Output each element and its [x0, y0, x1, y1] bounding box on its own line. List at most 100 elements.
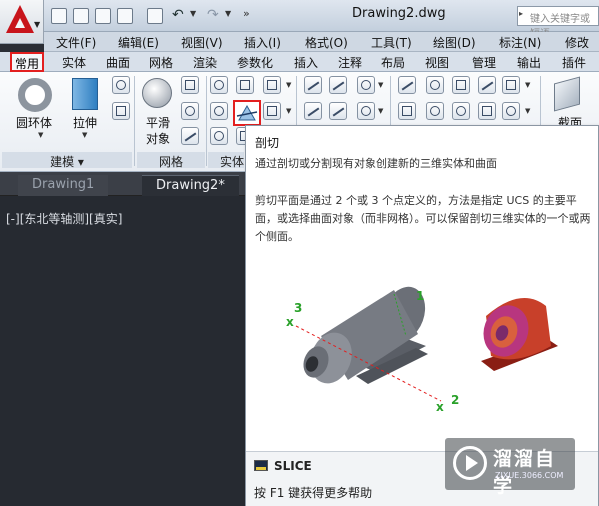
revolve-icon[interactable] — [112, 76, 130, 94]
presspull-icon[interactable] — [112, 102, 130, 120]
application-menu-button[interactable]: ▼ — [0, 0, 44, 44]
subtract-icon[interactable] — [210, 102, 228, 120]
redo-icon[interactable]: ↷ — [207, 7, 219, 23]
viewport-controls[interactable]: [-][东北等轴测][真实] — [6, 210, 122, 227]
tab-annotate[interactable]: 注释 — [338, 54, 362, 71]
offset-icon[interactable] — [452, 102, 470, 120]
tab-layout[interactable]: 布局 — [381, 54, 405, 71]
tab-parametric[interactable]: 参数化 — [237, 54, 273, 71]
union-icon[interactable] — [210, 76, 228, 94]
tab-mesh[interactable]: 网格 — [149, 54, 173, 71]
3d-array-icon[interactable] — [426, 102, 444, 120]
torus-label[interactable]: 圆环体 — [16, 114, 52, 131]
open-file-icon[interactable] — [73, 8, 89, 24]
torus-icon[interactable] — [18, 78, 52, 112]
slice-icon — [236, 104, 258, 121]
play-logo-icon — [453, 446, 487, 480]
arc-icon[interactable] — [357, 76, 375, 94]
smooth-label-1[interactable]: 平滑 — [146, 114, 170, 131]
3d-polyline-icon[interactable] — [329, 102, 347, 120]
menu-draw[interactable]: 绘图(D) — [433, 34, 476, 51]
tab-insert[interactable]: 插入 — [294, 54, 318, 71]
search-input[interactable]: 键入关键字或短语 — [517, 6, 599, 40]
3d-align-icon[interactable] — [452, 76, 470, 94]
menu-insert[interactable]: 插入(I) — [244, 34, 281, 51]
spline-icon[interactable] — [304, 102, 322, 120]
chevron-down-icon[interactable]: ▼ — [378, 107, 386, 115]
line-icon[interactable] — [329, 76, 347, 94]
chevron-down-icon[interactable]: ▼ — [525, 107, 533, 115]
3d-scale-icon[interactable] — [398, 102, 416, 120]
tab-home[interactable]: 常用 — [10, 52, 44, 72]
panel-modeling-title[interactable]: 建模 ▾ — [2, 152, 132, 169]
chevron-down-icon[interactable]: ▼ — [38, 131, 46, 139]
fillet-icon[interactable] — [502, 102, 520, 120]
more-commands-icon[interactable]: » — [243, 7, 250, 20]
watermark: 溜溜自学 ZIXUE.3066.COM — [445, 438, 575, 497]
help-hint: 按 F1 键获得更多帮助 — [254, 486, 373, 500]
tab-render[interactable]: 渲染 — [193, 54, 217, 71]
tooltip-detail: 剪切平面是通过 2 个或 3 个点定义的，方法是指定 UCS 的主要平面，或选择… — [255, 194, 591, 243]
mesh-crease-icon[interactable] — [181, 127, 199, 145]
panel-divider — [206, 76, 207, 166]
chevron-down-icon: ▼ — [34, 20, 41, 29]
shell-icon[interactable] — [263, 76, 281, 94]
tab-output[interactable]: 输出 — [517, 54, 541, 71]
original-solid-image — [303, 286, 428, 384]
smooth-object-icon[interactable] — [142, 78, 172, 108]
chevron-down-icon[interactable]: ▼ — [286, 107, 294, 115]
menu-edit[interactable]: 编辑(E) — [118, 34, 159, 51]
axis-x-marker-2: x — [436, 400, 444, 414]
save-icon[interactable] — [95, 8, 111, 24]
tab-surface[interactable]: 曲面 — [106, 54, 130, 71]
extract-edges-icon[interactable] — [236, 76, 254, 94]
extrude-icon[interactable] — [72, 78, 98, 110]
command-icon — [254, 460, 268, 471]
new-file-icon[interactable] — [51, 8, 67, 24]
tab-solid[interactable]: 实体 — [62, 54, 86, 71]
tab-manage[interactable]: 管理 — [472, 54, 496, 71]
drawing-canvas[interactable] — [0, 196, 245, 506]
menu-dimension[interactable]: 标注(N) — [499, 34, 541, 51]
3d-move-icon[interactable] — [398, 76, 416, 94]
circle-icon[interactable] — [357, 102, 375, 120]
title-bar: ↶ ▼ ↷ ▼ » Drawing2.dwg 键入关键字或短语 ▸ — [0, 0, 599, 40]
panel-mesh-title[interactable]: 网格 — [137, 152, 205, 169]
menu-file[interactable]: 文件(F) — [56, 34, 96, 51]
undo-icon[interactable]: ↶ — [172, 7, 184, 23]
menu-view[interactable]: 视图(V) — [181, 34, 223, 51]
panel-solid-title[interactable]: 实体 — [208, 152, 244, 169]
doc-tab-drawing2[interactable]: Drawing2* — [142, 175, 239, 196]
fillet-edge-icon[interactable] — [502, 76, 520, 94]
ribbon-tab-bar: 常用 实体 曲面 网格 渲染 参数化 插入 注释 布局 视图 管理 输出 插件 — [0, 52, 599, 72]
3d-mirror-icon[interactable] — [478, 76, 496, 94]
tab-plugins[interactable]: 插件 — [562, 54, 586, 71]
polyline-icon[interactable] — [304, 76, 322, 94]
chevron-down-icon[interactable]: ▼ — [378, 81, 386, 89]
intersect-icon[interactable] — [210, 127, 228, 145]
tab-view[interactable]: 视图 — [425, 54, 449, 71]
section-plane-icon[interactable] — [554, 76, 580, 112]
extrude-label[interactable]: 拉伸 — [73, 114, 97, 131]
document-tab-bar: Drawing1 Drawing2* — [0, 172, 245, 196]
chevron-down-icon[interactable]: ▼ — [82, 131, 90, 139]
chamfer-edge-icon[interactable] — [478, 102, 496, 120]
print-icon[interactable] — [147, 8, 163, 24]
smooth-label-2[interactable]: 对象 — [146, 130, 170, 147]
menu-tools[interactable]: 工具(T) — [371, 34, 412, 51]
menu-format[interactable]: 格式(O) — [305, 34, 348, 51]
imprint-icon[interactable] — [263, 102, 281, 120]
undo-dropdown-icon[interactable]: ▼ — [190, 9, 196, 18]
mesh-refine-icon[interactable] — [181, 102, 199, 120]
chevron-down-icon[interactable]: ▼ — [525, 81, 533, 89]
command-name: SLICE — [274, 459, 312, 473]
slice-button[interactable] — [233, 100, 261, 126]
mesh-box-icon[interactable] — [181, 76, 199, 94]
slice-illustration: x 3 1 x 2 — [286, 286, 558, 414]
3d-rotate-icon[interactable] — [426, 76, 444, 94]
point-3-label: 3 — [294, 301, 302, 315]
save-as-icon[interactable] — [117, 8, 133, 24]
chevron-down-icon[interactable]: ▼ — [286, 81, 294, 89]
redo-dropdown-icon[interactable]: ▼ — [225, 9, 231, 18]
doc-tab-drawing1[interactable]: Drawing1 — [18, 175, 109, 196]
